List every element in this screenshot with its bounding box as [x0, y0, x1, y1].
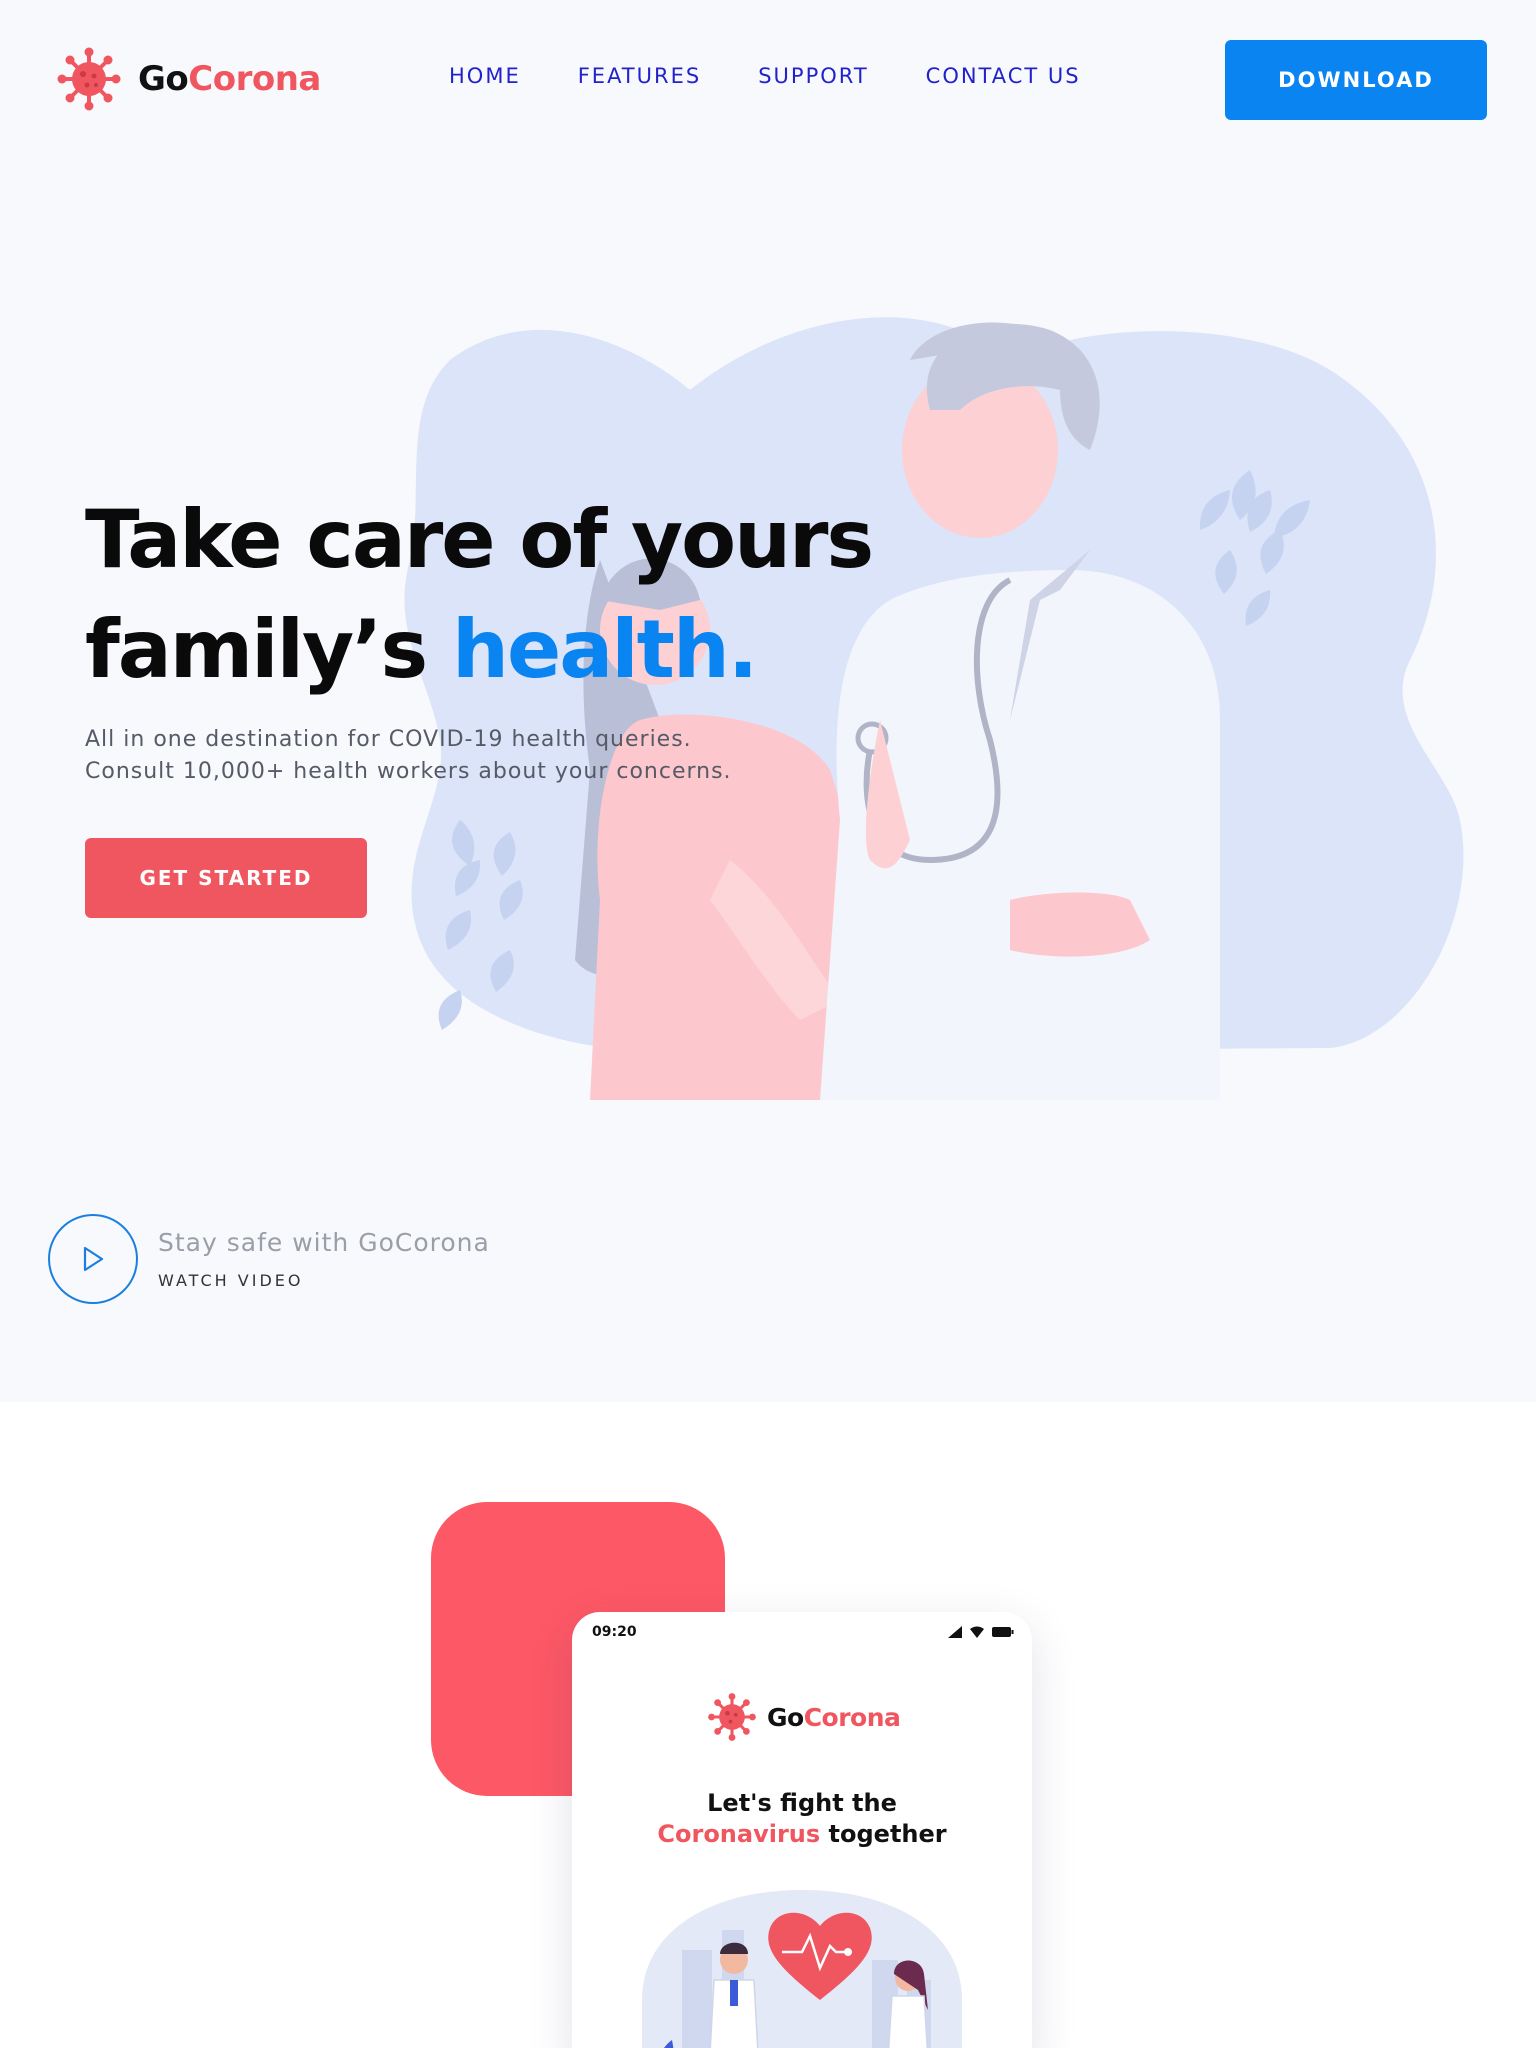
- status-icons: [948, 1626, 1014, 1638]
- hero-subtext: All in one destination for COVID-19 heal…: [85, 724, 732, 788]
- main-nav: HOME FEATURES SUPPORT CONTACT US: [449, 64, 1138, 88]
- watch-video-block: Stay safe with GoCorona WATCH VIDEO: [48, 1214, 490, 1304]
- play-video-button[interactable]: [48, 1214, 138, 1304]
- phone-headline: Let's fight the Coronavirus together: [572, 1788, 1032, 1850]
- phone-brand-name-corona: Corona: [803, 1702, 901, 1732]
- phone-headline-line1: Let's fight the: [707, 1789, 897, 1817]
- brand-name: GoCorona: [138, 59, 321, 99]
- status-time: 09:20: [592, 1624, 637, 1640]
- virus-icon: [708, 1693, 756, 1741]
- nav-contact-us[interactable]: CONTACT US: [926, 64, 1081, 88]
- nav-support[interactable]: SUPPORT: [758, 64, 868, 88]
- video-text: Stay safe with GoCorona WATCH VIDEO: [158, 1228, 490, 1290]
- wifi-icon: [970, 1626, 984, 1638]
- phone-mockup: 09:20 GoCorona Let's fight the Coronavir…: [572, 1612, 1032, 2048]
- hero-headline-line2: family’s: [85, 603, 452, 696]
- phone-brand-name-go: Go: [767, 1702, 804, 1732]
- battery-icon: [992, 1627, 1014, 1637]
- hero-section: GoCorona HOME FEATURES SUPPORT CONTACT U…: [0, 0, 1536, 1402]
- nav-home[interactable]: HOME: [449, 64, 521, 88]
- signal-icon: [948, 1626, 962, 1638]
- brand-name-corona: Corona: [188, 59, 321, 99]
- watch-video-link[interactable]: WATCH VIDEO: [158, 1271, 490, 1290]
- phone-headline-line2: together: [820, 1820, 947, 1848]
- hero-subtext-line1: All in one destination for COVID-19 heal…: [85, 727, 692, 752]
- doctor-examining-patient-illustration: [404, 317, 1464, 1100]
- download-button[interactable]: DOWNLOAD: [1225, 40, 1487, 120]
- phone-brand-name: GoCorona: [767, 1702, 901, 1732]
- virus-icon: [57, 47, 121, 111]
- hero-headline-accent: health.: [452, 603, 758, 696]
- phone-headline-accent: Coronavirus: [657, 1820, 821, 1848]
- phone-brand-logo: GoCorona: [707, 1692, 901, 1742]
- nav-features[interactable]: FEATURES: [578, 64, 701, 88]
- brand-logo[interactable]: GoCorona: [56, 46, 321, 112]
- brand-name-go: Go: [138, 59, 189, 99]
- hero-headline: Take care of yours family’s health.: [85, 485, 874, 705]
- phone-status-bar: 09:20: [592, 1622, 1014, 1642]
- play-icon: [83, 1246, 104, 1272]
- doctors-heart-illustration: [642, 1890, 962, 2048]
- video-title: Stay safe with GoCorona: [158, 1228, 490, 1257]
- get-started-button[interactable]: GET STARTED: [85, 838, 367, 918]
- hero-subtext-line2: Consult 10,000+ health workers about you…: [85, 759, 732, 784]
- hero-headline-line1: Take care of yours: [85, 493, 874, 586]
